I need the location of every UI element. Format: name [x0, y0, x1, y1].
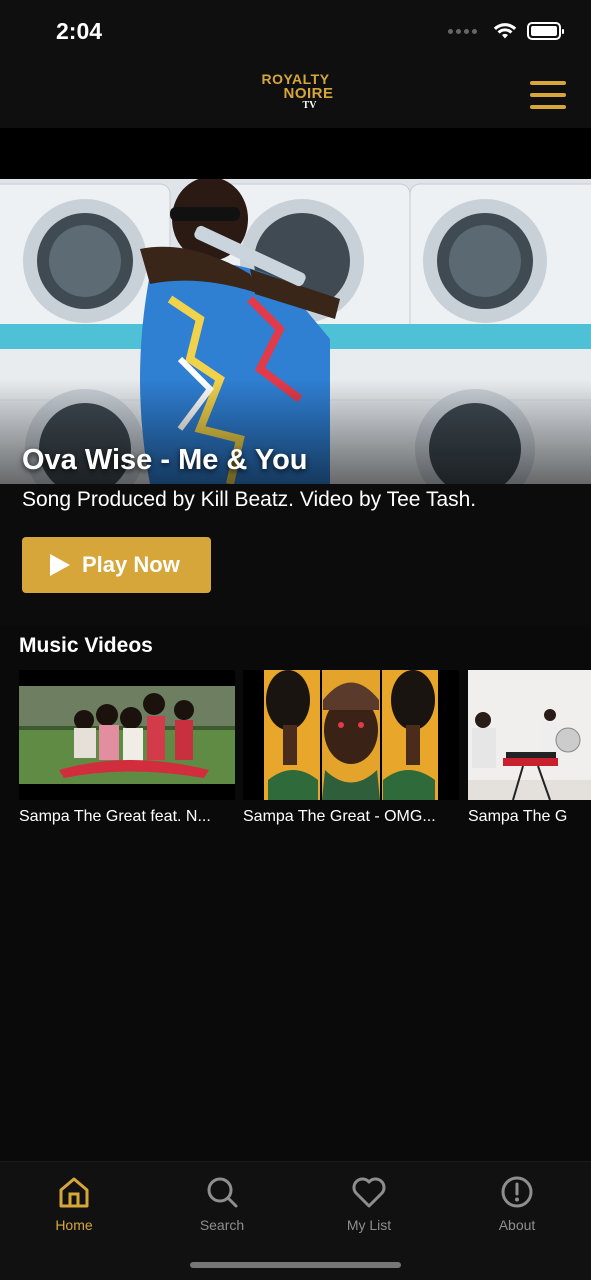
hero-title: Ova Wise - Me & You [22, 444, 308, 476]
status-icons [448, 22, 564, 40]
logo-line-royalty: ROYALTY [261, 71, 330, 87]
tab-my-list[interactable]: My List [309, 1172, 429, 1233]
status-time: 2:04 [56, 18, 103, 44]
video-caption: Sampa The Great feat. N... [19, 808, 211, 825]
home-indicator [190, 1262, 401, 1268]
video-thumbnail[interactable] [19, 670, 235, 800]
play-icon [50, 554, 70, 576]
heart-icon [309, 1172, 429, 1212]
info-icon [457, 1172, 577, 1212]
play-now-label: Play Now [82, 552, 180, 577]
video-thumbnail[interactable] [468, 670, 591, 800]
video-card[interactable]: Sampa The Great - OMG... [243, 670, 459, 826]
section-title: Music Videos [19, 634, 153, 657]
video-card[interactable]: Sampa The Great feat. N... [19, 670, 235, 826]
video-thumbnail[interactable] [243, 670, 459, 800]
battery-icon [527, 22, 564, 40]
logo-line-tv: TV [302, 100, 317, 111]
tab-label: Search [199, 1217, 245, 1233]
hamburger-menu-icon[interactable] [530, 81, 566, 109]
tab-home[interactable]: Home [14, 1172, 134, 1233]
app-header: ROYALTY NOIRE TV [0, 62, 591, 128]
video-caption: Sampa The Great - OMG... [243, 808, 436, 825]
tab-about[interactable]: About [457, 1172, 577, 1233]
status-bar: 2:04 [0, 0, 591, 62]
wifi-icon [493, 23, 517, 39]
home-icon [14, 1172, 134, 1212]
music-videos-carousel[interactable]: Sampa The Great feat. N... Sampa The Gre… [19, 670, 591, 830]
app-logo[interactable]: ROYALTY NOIRE TV [257, 72, 333, 111]
hero-top-bar [0, 128, 591, 179]
hero-banner-image[interactable] [0, 179, 591, 484]
tab-label: My List [346, 1217, 392, 1233]
tab-search[interactable]: Search [162, 1172, 282, 1233]
search-icon [162, 1172, 282, 1212]
tab-label: Home [55, 1217, 93, 1233]
video-card[interactable]: Sampa The G [468, 670, 591, 826]
logo-line-noire: NOIRE [283, 85, 334, 102]
tab-label: About [498, 1217, 536, 1233]
play-now-button[interactable]: Play Now [22, 537, 211, 593]
signal-icon [448, 28, 477, 34]
video-caption: Sampa The G [468, 808, 568, 825]
hero-subtitle: Song Produced by Kill Beatz. Video by Te… [22, 488, 477, 511]
